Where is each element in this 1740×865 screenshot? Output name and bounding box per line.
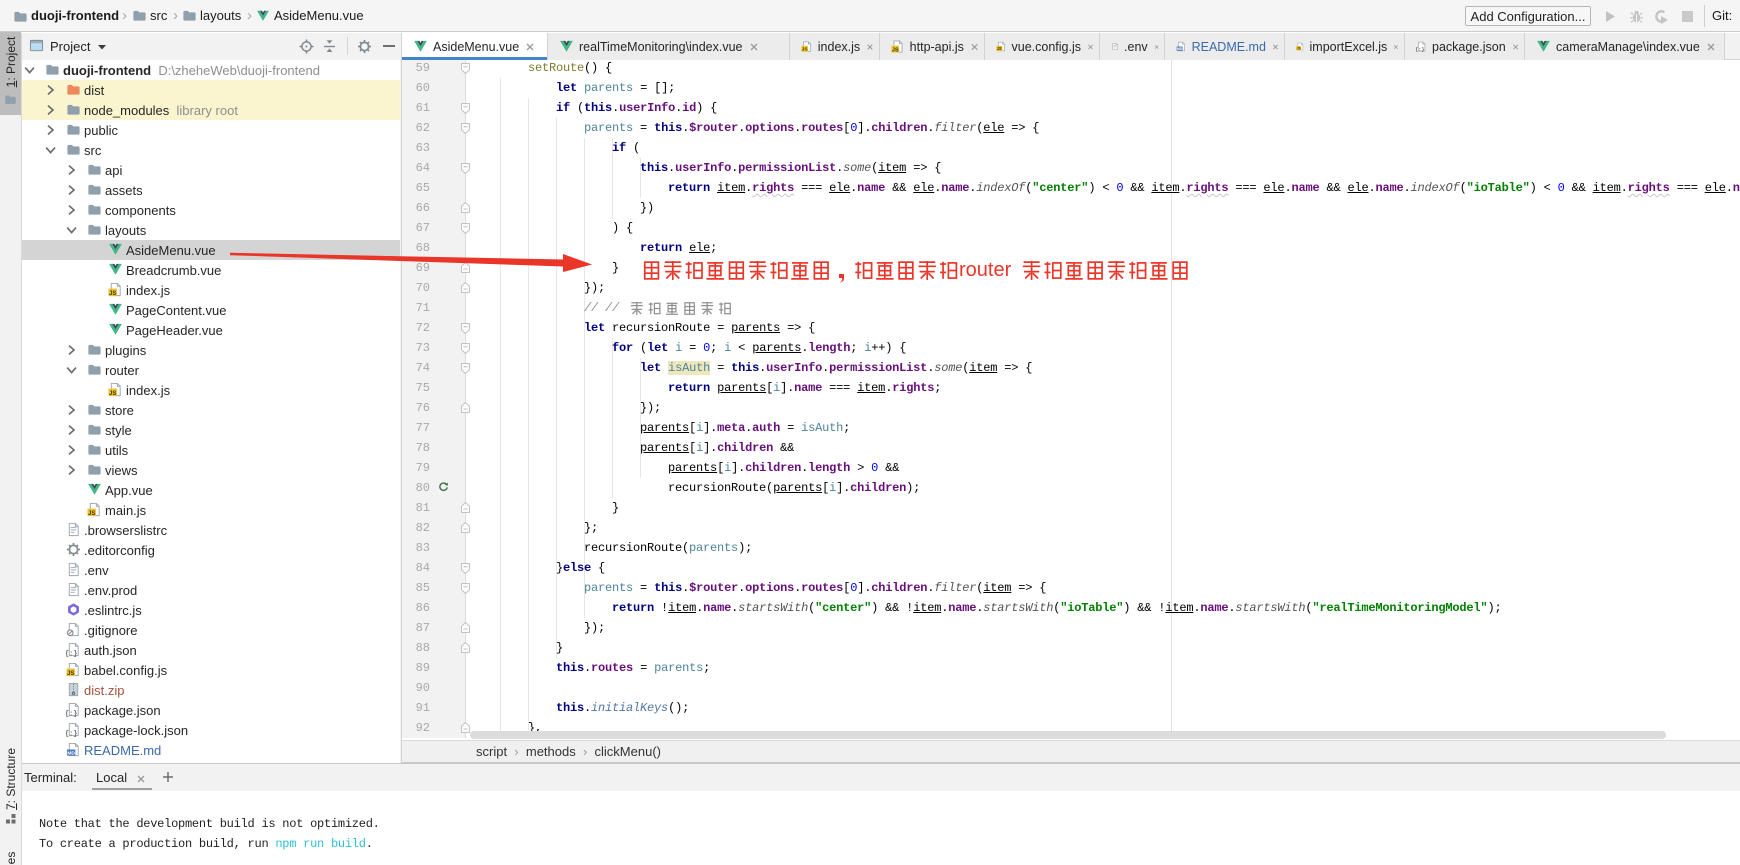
svg-text:{:}: {:} [66,731,77,737]
svg-text:MD: MD [67,751,75,757]
svg-text:{:}: {:} [66,651,77,657]
svg-text:{:}: {:} [1416,47,1424,53]
svg-text:JS: JS [1297,46,1302,50]
svg-text:JS: JS [88,511,95,517]
svg-text:{:}: {:} [66,711,77,717]
svg-text:JS: JS [997,46,1002,51]
svg-text:MD: MD [1177,47,1183,51]
svg-text:JS: JS [802,47,808,52]
svg-text:JS: JS [67,671,74,677]
svg-text:JS: JS [892,47,899,53]
svg-text:JS: JS [109,291,116,297]
svg-text:JS: JS [109,391,116,397]
